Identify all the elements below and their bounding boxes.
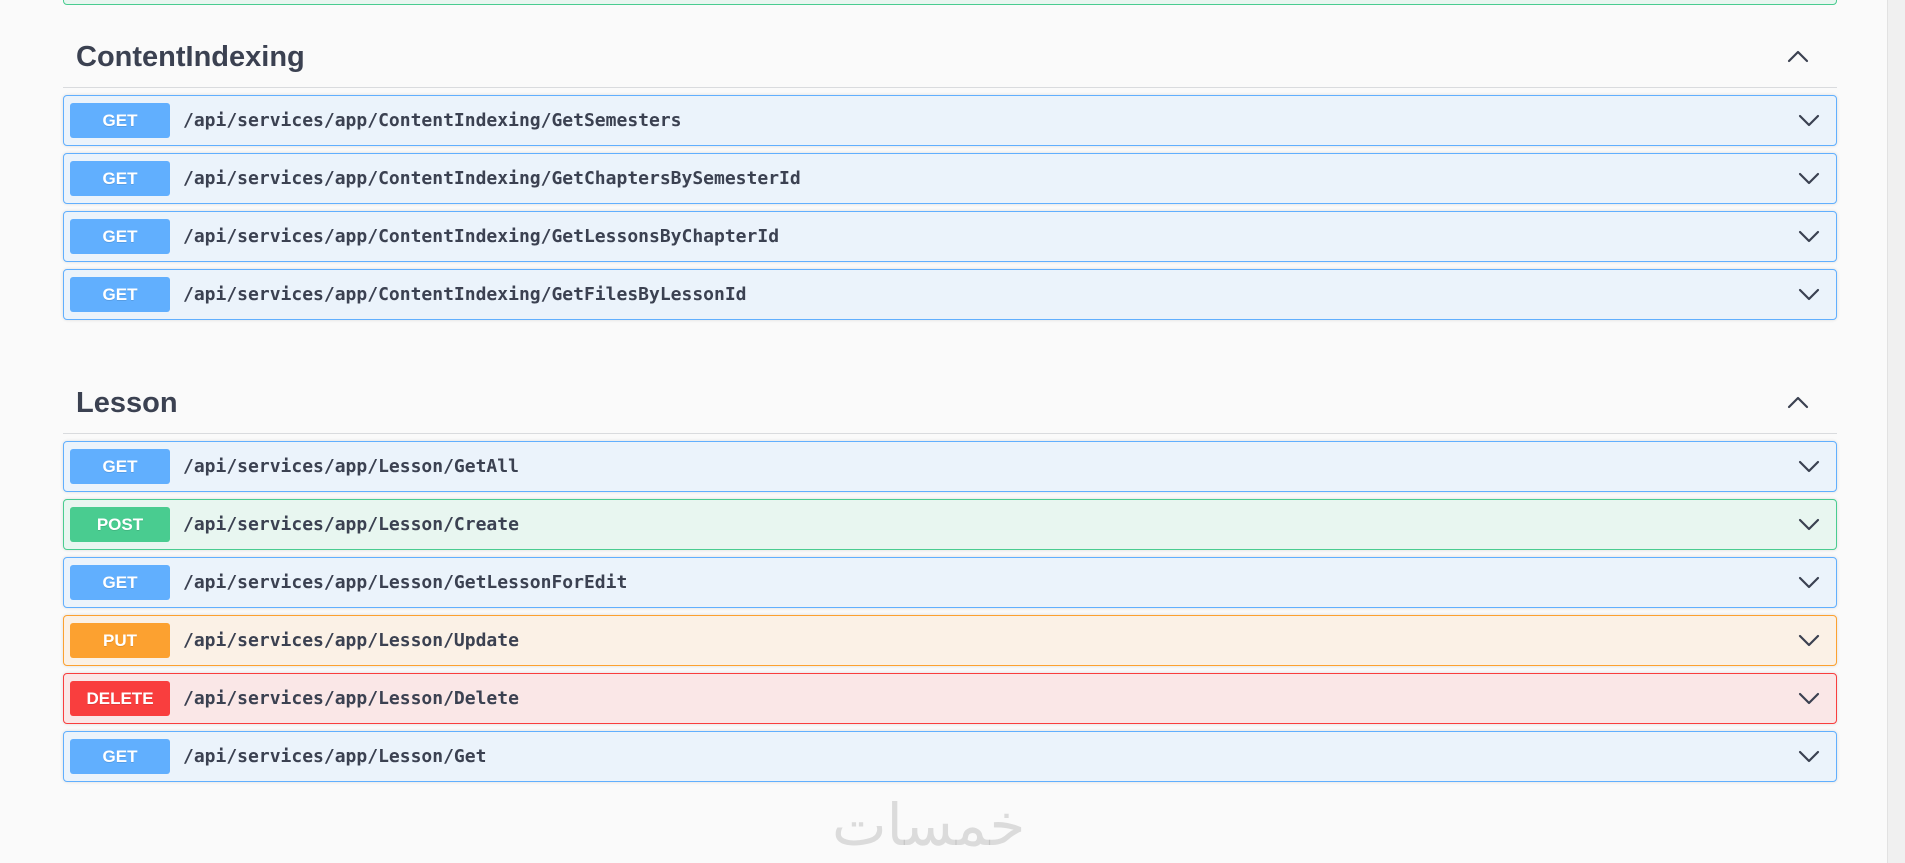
- operation-path: /api/services/app/ContentIndexing/GetFil…: [183, 284, 747, 305]
- method-badge: GET: [70, 739, 170, 774]
- chevron-up-icon[interactable]: [1783, 390, 1813, 414]
- tag-section-lesson: Lesson GET /api/services/app/Lesson/GetA…: [63, 372, 1837, 782]
- operation-row[interactable]: GET /api/services/app/ContentIndexing/Ge…: [63, 95, 1837, 146]
- operation-path: /api/services/app/ContentIndexing/GetCha…: [183, 168, 801, 189]
- method-badge: POST: [70, 507, 170, 542]
- method-badge: DELETE: [70, 681, 170, 716]
- method-badge: GET: [70, 219, 170, 254]
- chevron-up-icon[interactable]: [1783, 44, 1813, 68]
- operation-row[interactable]: GET /api/services/app/Lesson/GetLessonFo…: [63, 557, 1837, 608]
- operation-path: /api/services/app/Lesson/GetLessonForEdi…: [183, 572, 628, 593]
- method-badge: GET: [70, 161, 170, 196]
- operation-path: /api/services/app/ContentIndexing/GetSem…: [183, 110, 682, 131]
- operation-row[interactable]: GET /api/services/app/Lesson/Get: [63, 731, 1837, 782]
- watermark: خمسات: [832, 791, 1026, 859]
- method-badge: GET: [70, 277, 170, 312]
- chevron-down-icon[interactable]: [1796, 629, 1822, 651]
- chevron-down-icon[interactable]: [1796, 571, 1822, 593]
- operation-row[interactable]: GET /api/services/app/ContentIndexing/Ge…: [63, 153, 1837, 204]
- operation-row[interactable]: POST /api/services/app/Lesson/Create: [63, 499, 1837, 550]
- tag-title: Lesson: [76, 387, 178, 419]
- swagger-page: ContentIndexing GET /api/services/app/Co…: [0, 0, 1905, 863]
- chevron-down-icon[interactable]: [1796, 455, 1822, 477]
- operation-path: /api/services/app/Lesson/Update: [183, 630, 519, 651]
- scrollbar[interactable]: [1887, 0, 1905, 863]
- chevron-down-icon[interactable]: [1796, 687, 1822, 709]
- tag-section-contentindexing: ContentIndexing GET /api/services/app/Co…: [63, 26, 1837, 320]
- method-badge: GET: [70, 103, 170, 138]
- operation-row[interactable]: PUT /api/services/app/Lesson/Update: [63, 615, 1837, 666]
- operation-row[interactable]: GET /api/services/app/ContentIndexing/Ge…: [63, 211, 1837, 262]
- chevron-down-icon[interactable]: [1796, 225, 1822, 247]
- method-badge: PUT: [70, 623, 170, 658]
- operation-row[interactable]: GET /api/services/app/Lesson/GetAll: [63, 441, 1837, 492]
- chevron-down-icon[interactable]: [1796, 109, 1822, 131]
- method-badge: GET: [70, 449, 170, 484]
- operation-path: /api/services/app/Lesson/Delete: [183, 688, 519, 709]
- method-badge: GET: [70, 565, 170, 600]
- tag-header-lesson[interactable]: Lesson: [63, 372, 1837, 434]
- chevron-down-icon[interactable]: [1796, 283, 1822, 305]
- operation-path: /api/services/app/Lesson/Get: [183, 746, 487, 767]
- chevron-down-icon[interactable]: [1796, 167, 1822, 189]
- tag-title: ContentIndexing: [76, 41, 305, 73]
- chevron-down-icon[interactable]: [1796, 513, 1822, 535]
- operation-path: /api/services/app/ContentIndexing/GetLes…: [183, 226, 780, 247]
- previous-operation-edge[interactable]: [63, 0, 1837, 5]
- operation-row[interactable]: DELETE /api/services/app/Lesson/Delete: [63, 673, 1837, 724]
- operation-path: /api/services/app/Lesson/Create: [183, 514, 519, 535]
- chevron-down-icon[interactable]: [1796, 745, 1822, 767]
- operation-path: /api/services/app/Lesson/GetAll: [183, 456, 519, 477]
- operation-row[interactable]: GET /api/services/app/ContentIndexing/Ge…: [63, 269, 1837, 320]
- tag-header-contentindexing[interactable]: ContentIndexing: [63, 26, 1837, 88]
